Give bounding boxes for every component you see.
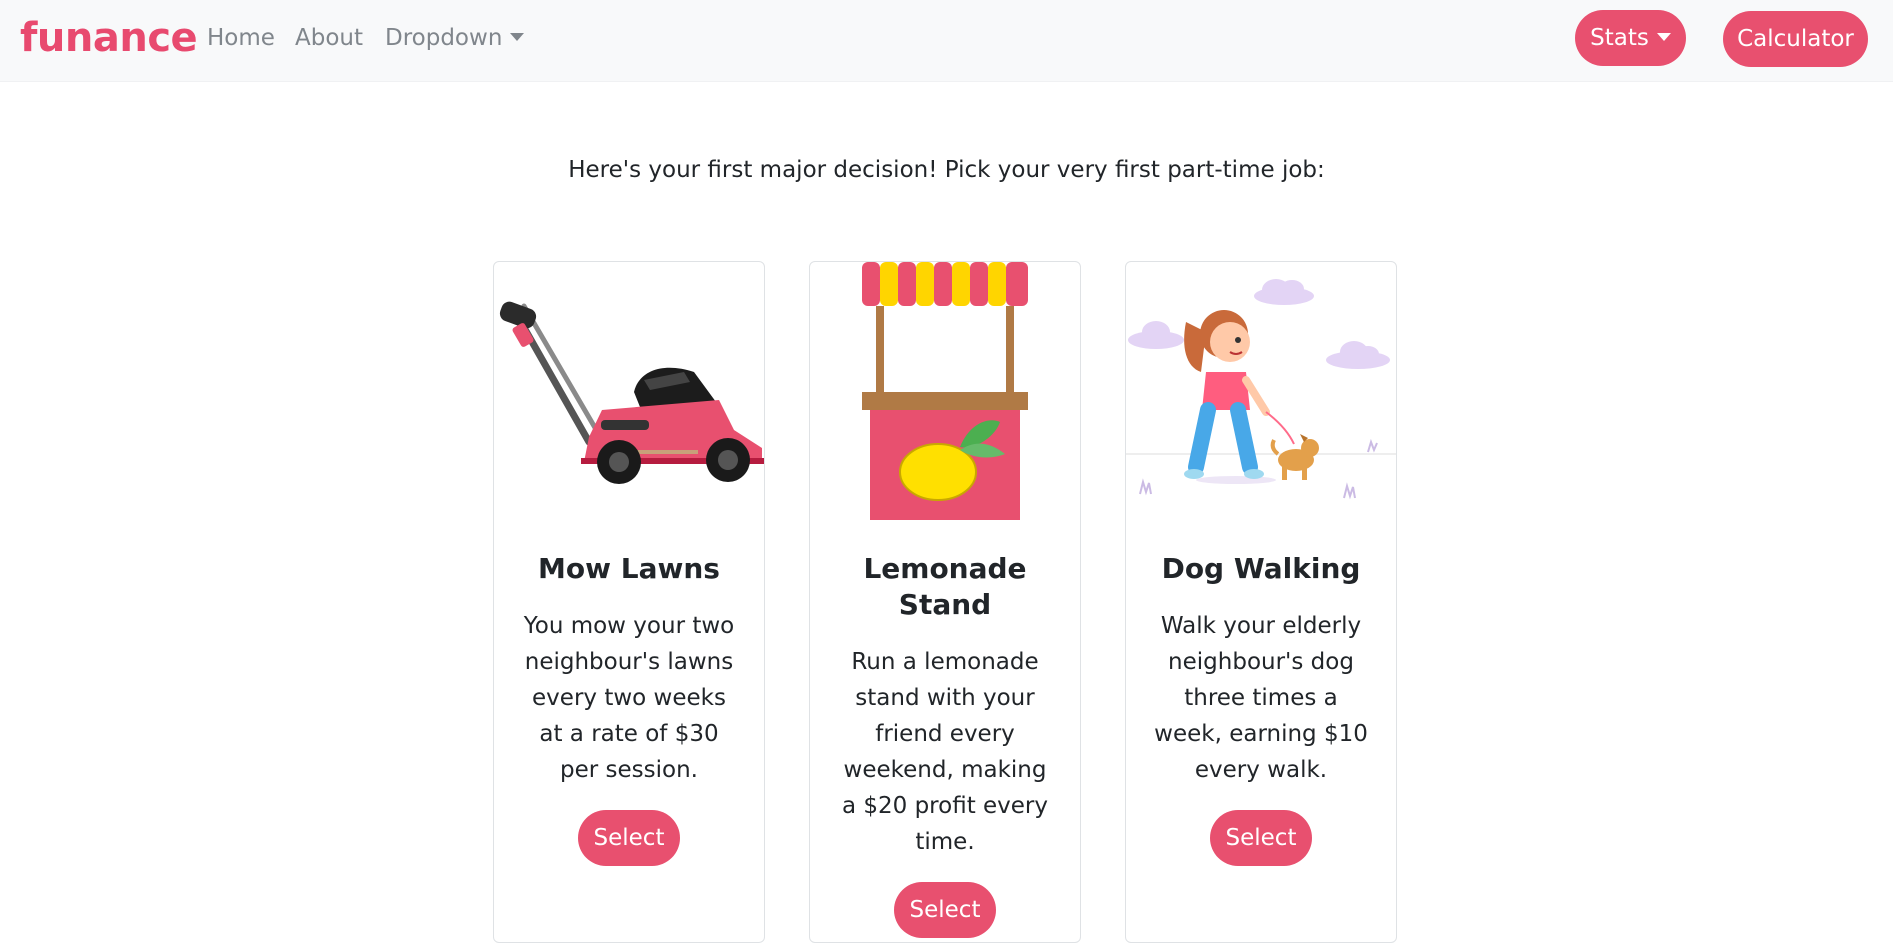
intro-text: Here's your first major decision! Pick y… bbox=[568, 157, 1325, 183]
select-button-dog-walking[interactable]: Select bbox=[1210, 810, 1312, 866]
nav-dropdown-label: Dropdown bbox=[385, 25, 503, 51]
stats-dropdown-button[interactable]: Stats bbox=[1575, 10, 1686, 66]
job-card-lemonade-stand: Lemonade Stand Run a lemonade stand with… bbox=[809, 261, 1081, 943]
lawn-mower-icon bbox=[499, 301, 764, 484]
card-title: Dog Walking bbox=[1161, 552, 1361, 585]
job-card-mow-lawns: Mow Lawns You mow your two neighbour's l… bbox=[493, 261, 765, 943]
select-button-mow-lawns[interactable]: Select bbox=[578, 810, 680, 866]
caret-down-icon bbox=[510, 33, 525, 41]
calculator-button[interactable]: Calculator bbox=[1723, 11, 1868, 67]
lemonade-stand-icon bbox=[862, 262, 1028, 520]
nav-about-link[interactable]: About bbox=[295, 25, 363, 53]
stats-label: Stats bbox=[1590, 25, 1649, 51]
card-text: Run a lemonade stand with your friend ev… bbox=[841, 649, 1049, 855]
navbar: funance Home About Dropdown Stats Calcul… bbox=[0, 0, 1893, 82]
card-title: Mow Lawns bbox=[538, 552, 720, 585]
nav-home-link[interactable]: Home bbox=[207, 25, 275, 53]
select-button-lemonade-stand[interactable]: Select bbox=[894, 882, 996, 938]
card-text: You mow your two neighbour's lawns every… bbox=[523, 613, 735, 783]
brand-logo[interactable]: funance bbox=[20, 16, 198, 60]
card-title: Lemonade Stand bbox=[863, 552, 1027, 621]
job-card-dog-walking: Dog Walking Walk your elderly neighbour'… bbox=[1125, 261, 1397, 943]
nav-dropdown-toggle[interactable]: Dropdown bbox=[385, 25, 525, 53]
card-text: Walk your elderly neighbour's dog three … bbox=[1154, 613, 1368, 783]
dog-walking-icon bbox=[1126, 279, 1396, 500]
caret-down-icon bbox=[1656, 33, 1671, 41]
